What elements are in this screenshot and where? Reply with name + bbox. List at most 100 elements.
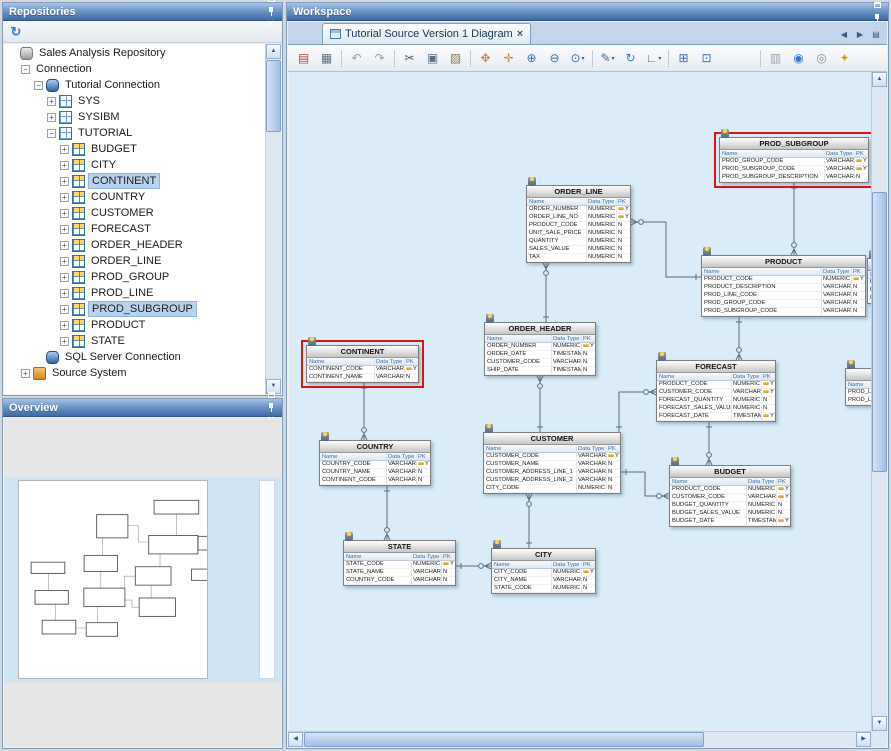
tree-item-order-header[interactable]: +ORDER_HEADER (4, 237, 265, 253)
entity-order_line[interactable]: ORDER_LINENameData TypePKORDER_NUMBERNUM… (526, 185, 631, 263)
tree-item-connection[interactable]: −Connection (4, 61, 265, 77)
info-button[interactable]: ◉ (788, 48, 809, 69)
scroll-down-icon[interactable]: ▼ (872, 716, 887, 731)
relationship-button[interactable]: ∟▾ (643, 48, 664, 69)
pin-button[interactable] (264, 5, 278, 18)
expand-icon[interactable]: + (21, 369, 30, 378)
close-button[interactable]: × (264, 18, 278, 31)
canvas-vscroll-thumb[interactable] (872, 192, 887, 472)
expand-icon[interactable]: + (47, 97, 56, 106)
tab-close-button[interactable]: × (517, 28, 523, 40)
entity-customer[interactable]: CUSTOMERNameData TypePKCUSTOMER_CODEVARC… (483, 432, 621, 494)
entity-prod_line[interactable]: PROD_LINENameData TypePKPROD_LINE_CODEVA… (845, 368, 873, 406)
tree-item-product[interactable]: +PRODUCT (4, 317, 265, 333)
tree-item-sysibm[interactable]: +SYSIBM (4, 109, 265, 125)
redo-button[interactable]: ↷ (369, 48, 390, 69)
float-button[interactable] (264, 388, 278, 401)
zoom-out-button[interactable]: ⊖ (544, 48, 565, 69)
entity-prod_subgroup[interactable]: PROD_SUBGROUPNameData TypePKPROD_GROUP_C… (719, 137, 869, 183)
tab-tutorial-source-diagram[interactable]: Tutorial Source Version 1 Diagram × (322, 23, 531, 44)
canvas-horizontal-scrollbar[interactable]: ◀ ▶ (288, 731, 871, 747)
tree-item-prod-group[interactable]: +PROD_GROUP (4, 269, 265, 285)
expand-icon[interactable]: + (60, 289, 69, 298)
tree-item-prod-line[interactable]: +PROD_LINE (4, 285, 265, 301)
grid-button[interactable]: ⊞ (673, 48, 694, 69)
entity-city[interactable]: CITYNameData TypePKCITY_CODENUMERICYCITY… (491, 548, 596, 594)
entity-continent[interactable]: CONTINENTNameData TypePKCONTINENT_CODEVA… (306, 345, 419, 383)
tree-item-continent[interactable]: +CONTINENT (4, 173, 265, 189)
tree-scrollbar[interactable]: ▲ ▼ (265, 44, 281, 394)
tree-item-prod-subgroup[interactable]: +PROD_SUBGROUP (4, 301, 265, 317)
expand-icon[interactable]: + (60, 177, 69, 186)
expand-icon[interactable]: + (60, 193, 69, 202)
dropdown-arrow-icon[interactable]: ▾ (658, 55, 661, 62)
tree-item-budget[interactable]: +BUDGET (4, 141, 265, 157)
expand-icon[interactable]: + (60, 257, 69, 266)
tree-item-customer[interactable]: +CUSTOMER (4, 205, 265, 221)
refresh-button[interactable]: ↻ (7, 23, 25, 41)
zoom-mode-button[interactable]: ⊙▾ (567, 48, 588, 69)
expand-icon[interactable]: + (60, 241, 69, 250)
fit-to-window-button[interactable]: ⊡ (696, 48, 717, 69)
expand-icon[interactable]: + (60, 225, 69, 234)
overview-minimap-page[interactable] (18, 480, 208, 679)
overview-minimap[interactable] (4, 478, 281, 682)
pan-button[interactable]: ✥ (475, 48, 496, 69)
diagram-canvas[interactable]: ORDER_LINENameData TypePKORDER_NUMBERNUM… (289, 72, 873, 734)
scroll-up-icon[interactable]: ▲ (872, 72, 887, 87)
tree-item-source-system[interactable]: +Source System (4, 365, 265, 381)
undo-button[interactable]: ↶ (346, 48, 367, 69)
refresh-diagram-button[interactable]: ↻ (620, 48, 641, 69)
print-button[interactable]: ▦ (316, 48, 337, 69)
collapse-icon[interactable]: − (47, 129, 56, 138)
collapse-icon[interactable]: − (21, 65, 30, 74)
entity-forecast[interactable]: FORECASTNameData TypePKPRODUCT_CODENUMER… (656, 360, 776, 422)
paste-button[interactable]: ▨ (445, 48, 466, 69)
tree-item-order-line[interactable]: +ORDER_LINE (4, 253, 265, 269)
tree-item-sys[interactable]: +SYS (4, 93, 265, 109)
zoom-in-button[interactable]: ⊕ (521, 48, 542, 69)
tree-item-city[interactable]: +CITY (4, 157, 265, 173)
line-style-button[interactable]: ✎▾ (597, 48, 618, 69)
float-button[interactable] (870, 0, 884, 12)
scroll-left-icon[interactable]: ◀ (288, 732, 303, 747)
canvas-vertical-scrollbar[interactable]: ▲ ▼ (871, 72, 887, 731)
tree-item-sql-server-connection[interactable]: SQL Server Connection (4, 349, 265, 365)
tab-list-button[interactable]: ▤ (869, 27, 883, 41)
expand-icon[interactable]: + (60, 305, 69, 314)
tree-item-state[interactable]: +STATE (4, 333, 265, 349)
keys-button[interactable]: ✦ (834, 48, 855, 69)
tree-item-tutorial-connection[interactable]: −Tutorial Connection (4, 77, 265, 93)
interactive-zoom-button[interactable]: ✛ (498, 48, 519, 69)
scroll-up-icon[interactable]: ▲ (266, 44, 281, 59)
tree-item-tutorial[interactable]: −TUTORIAL (4, 125, 265, 141)
expand-icon[interactable]: + (60, 145, 69, 154)
expand-icon[interactable]: + (60, 209, 69, 218)
entity-product[interactable]: PRODUCTNameData TypePKPRODUCT_CODENUMERI… (701, 255, 866, 317)
expand-icon[interactable]: + (60, 321, 69, 330)
entity-budget[interactable]: BUDGETNameData TypePKPRODUCT_CODENUMERIC… (669, 465, 791, 527)
entity-order_header[interactable]: ORDER_HEADERNameData TypePKORDER_NUMBERN… (484, 322, 596, 376)
tree-item-sales-analysis-repository[interactable]: Sales Analysis Repository (4, 45, 265, 61)
entity-country[interactable]: COUNTRYNameData TypePKCOUNTRY_CODEVARCHA… (319, 440, 431, 486)
entity-state[interactable]: STATENameData TypePKSTATE_CODENUMERICYST… (343, 540, 456, 586)
cut-button[interactable]: ✂ (399, 48, 420, 69)
export-image-button[interactable]: ▥ (765, 48, 786, 69)
expand-icon[interactable]: + (60, 337, 69, 346)
tab-scroll-right-button[interactable]: ▶ (853, 27, 867, 41)
dropdown-arrow-icon[interactable]: ▾ (612, 55, 615, 62)
expand-icon[interactable]: + (60, 273, 69, 282)
tree-scrollbar-thumb[interactable] (266, 60, 281, 132)
collapse-icon[interactable]: − (34, 81, 43, 90)
expand-icon[interactable]: + (60, 161, 69, 170)
scroll-right-icon[interactable]: ▶ (856, 732, 871, 747)
pin-button[interactable] (264, 401, 278, 414)
expand-icon[interactable]: + (47, 113, 56, 122)
tree-item-country[interactable]: +COUNTRY (4, 189, 265, 205)
tree-item-forecast[interactable]: +FORECAST (4, 221, 265, 237)
export-pdf-button[interactable]: ▤ (293, 48, 314, 69)
highlight-mode-button[interactable]: ◎ (811, 48, 832, 69)
canvas-hscroll-thumb[interactable] (304, 732, 704, 747)
copy-button[interactable]: ▣ (422, 48, 443, 69)
dropdown-arrow-icon[interactable]: ▾ (582, 55, 585, 62)
